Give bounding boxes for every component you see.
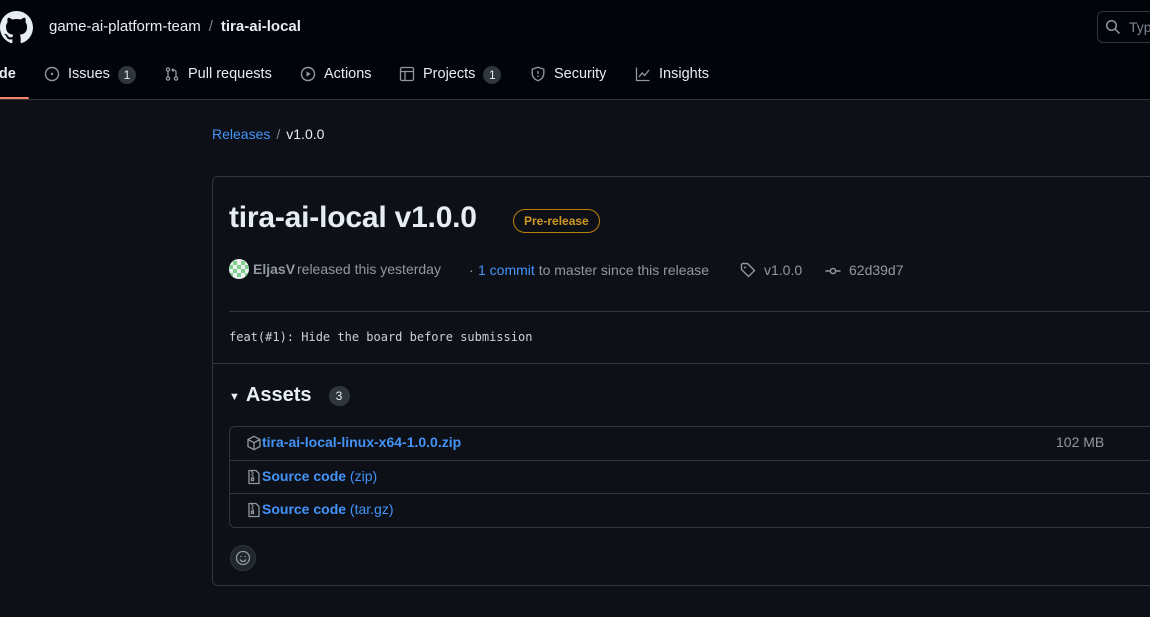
tab-security-label: Security — [554, 66, 607, 82]
tag-link[interactable]: v1.0.0 — [764, 262, 802, 278]
assets-count-badge: 3 — [328, 385, 350, 406]
list-item: Source code (zip) — [230, 461, 1150, 494]
asset-link[interactable]: Source code (tar.gz) — [262, 501, 394, 517]
tab-insights-label: Insights — [659, 66, 709, 82]
tab-issues[interactable]: Issues 1 — [44, 60, 136, 99]
repo-name-link[interactable]: tira-ai-local — [221, 18, 301, 35]
graph-icon — [635, 67, 650, 82]
release-breadcrumb: Releases / v1.0.0 — [212, 126, 324, 142]
smiley-icon — [235, 550, 251, 566]
search-icon — [1105, 19, 1121, 35]
release-meta: EljasV released this yesterday · 1 commi… — [229, 259, 1129, 281]
search-placeholder: Typ — [1129, 19, 1150, 35]
prerelease-badge: Pre-release — [513, 209, 600, 233]
assets-toggle[interactable]: ▼ Assets 3 — [229, 384, 350, 407]
assets-list: tira-ai-local-linux-x64-1.0.0.zip 102 MB… — [229, 426, 1150, 528]
tab-actions-label: Actions — [324, 66, 372, 82]
tag-icon — [740, 262, 756, 278]
avatar[interactable] — [229, 259, 249, 279]
commits-since-release: 1 commit to master since this release — [478, 262, 709, 278]
asset-suffix: (zip) — [349, 468, 378, 484]
table-icon — [399, 66, 415, 82]
asset-suffix: (tar.gz) — [349, 501, 394, 517]
assets-heading: Assets — [245, 384, 312, 406]
commit-sha-link[interactable]: 62d39d7 — [849, 262, 904, 278]
release-card: tira-ai-local v1.0.0 Pre-release EljasV … — [212, 176, 1150, 586]
issues-count-badge: 1 — [117, 66, 136, 84]
repo-header: game-ai-platform-team / tira-ai-local Ty… — [0, 0, 1150, 100]
tab-insights[interactable]: Insights — [635, 60, 709, 99]
tab-code-label: ode — [0, 66, 16, 82]
repo-owner-link[interactable]: game-ai-platform-team — [49, 18, 201, 35]
asset-name: tira-ai-local-linux-x64-1.0.0.zip — [262, 434, 462, 450]
asset-name: Source code — [262, 468, 347, 484]
commits-suffix: to master since this release — [538, 262, 710, 278]
issue-opened-icon — [44, 66, 60, 82]
tab-pull-requests-label: Pull requests — [188, 66, 272, 82]
asset-link[interactable]: tira-ai-local-linux-x64-1.0.0.zip — [262, 434, 461, 450]
breadcrumb-separator: / — [208, 18, 213, 35]
tab-issues-label: Issues — [68, 66, 110, 82]
list-item: tira-ai-local-linux-x64-1.0.0.zip 102 MB — [230, 427, 1150, 460]
shield-icon — [531, 66, 545, 82]
released-text: released this yesterday — [297, 261, 441, 277]
tab-actions[interactable]: Actions — [300, 60, 372, 99]
play-icon — [300, 66, 316, 82]
breadcrumb-current: v1.0.0 — [286, 126, 325, 142]
divider — [213, 363, 1150, 364]
git-pull-request-icon — [165, 67, 179, 81]
file-zip-icon — [248, 469, 260, 485]
github-logo-icon[interactable] — [0, 11, 33, 44]
search-input[interactable]: Typ — [1097, 11, 1150, 43]
tab-code[interactable]: ode — [0, 60, 29, 99]
breadcrumb-separator: / — [276, 126, 281, 142]
tab-pull-requests[interactable]: Pull requests — [164, 60, 272, 99]
commits-link[interactable]: 1 commit — [478, 262, 535, 278]
triangle-down-icon: ▼ — [229, 390, 240, 403]
asset-size: 102 MB — [1056, 434, 1105, 450]
tab-projects[interactable]: Projects 1 — [399, 60, 502, 99]
selected-tab-underline — [0, 97, 29, 99]
file-zip-icon — [248, 502, 260, 518]
tab-security[interactable]: Security — [530, 60, 606, 99]
list-item: Source code (tar.gz) — [230, 494, 1150, 527]
projects-count-badge: 1 — [483, 66, 502, 84]
author-link[interactable]: EljasV — [253, 261, 295, 277]
meta-dot: · — [469, 262, 474, 278]
asset-name: Source code — [262, 501, 347, 517]
add-reaction-button[interactable] — [230, 545, 256, 571]
release-title: tira-ai-local v1.0.0 — [229, 201, 477, 234]
divider — [229, 311, 1150, 312]
package-icon — [247, 435, 261, 451]
git-commit-icon — [825, 267, 841, 275]
tab-projects-label: Projects — [423, 66, 476, 82]
release-notes: feat(#1): Hide the board before submissi… — [229, 330, 533, 344]
asset-link[interactable]: Source code (zip) — [262, 468, 377, 484]
repo-breadcrumb: game-ai-platform-team / tira-ai-local — [49, 18, 301, 35]
releases-link[interactable]: Releases — [212, 126, 270, 142]
